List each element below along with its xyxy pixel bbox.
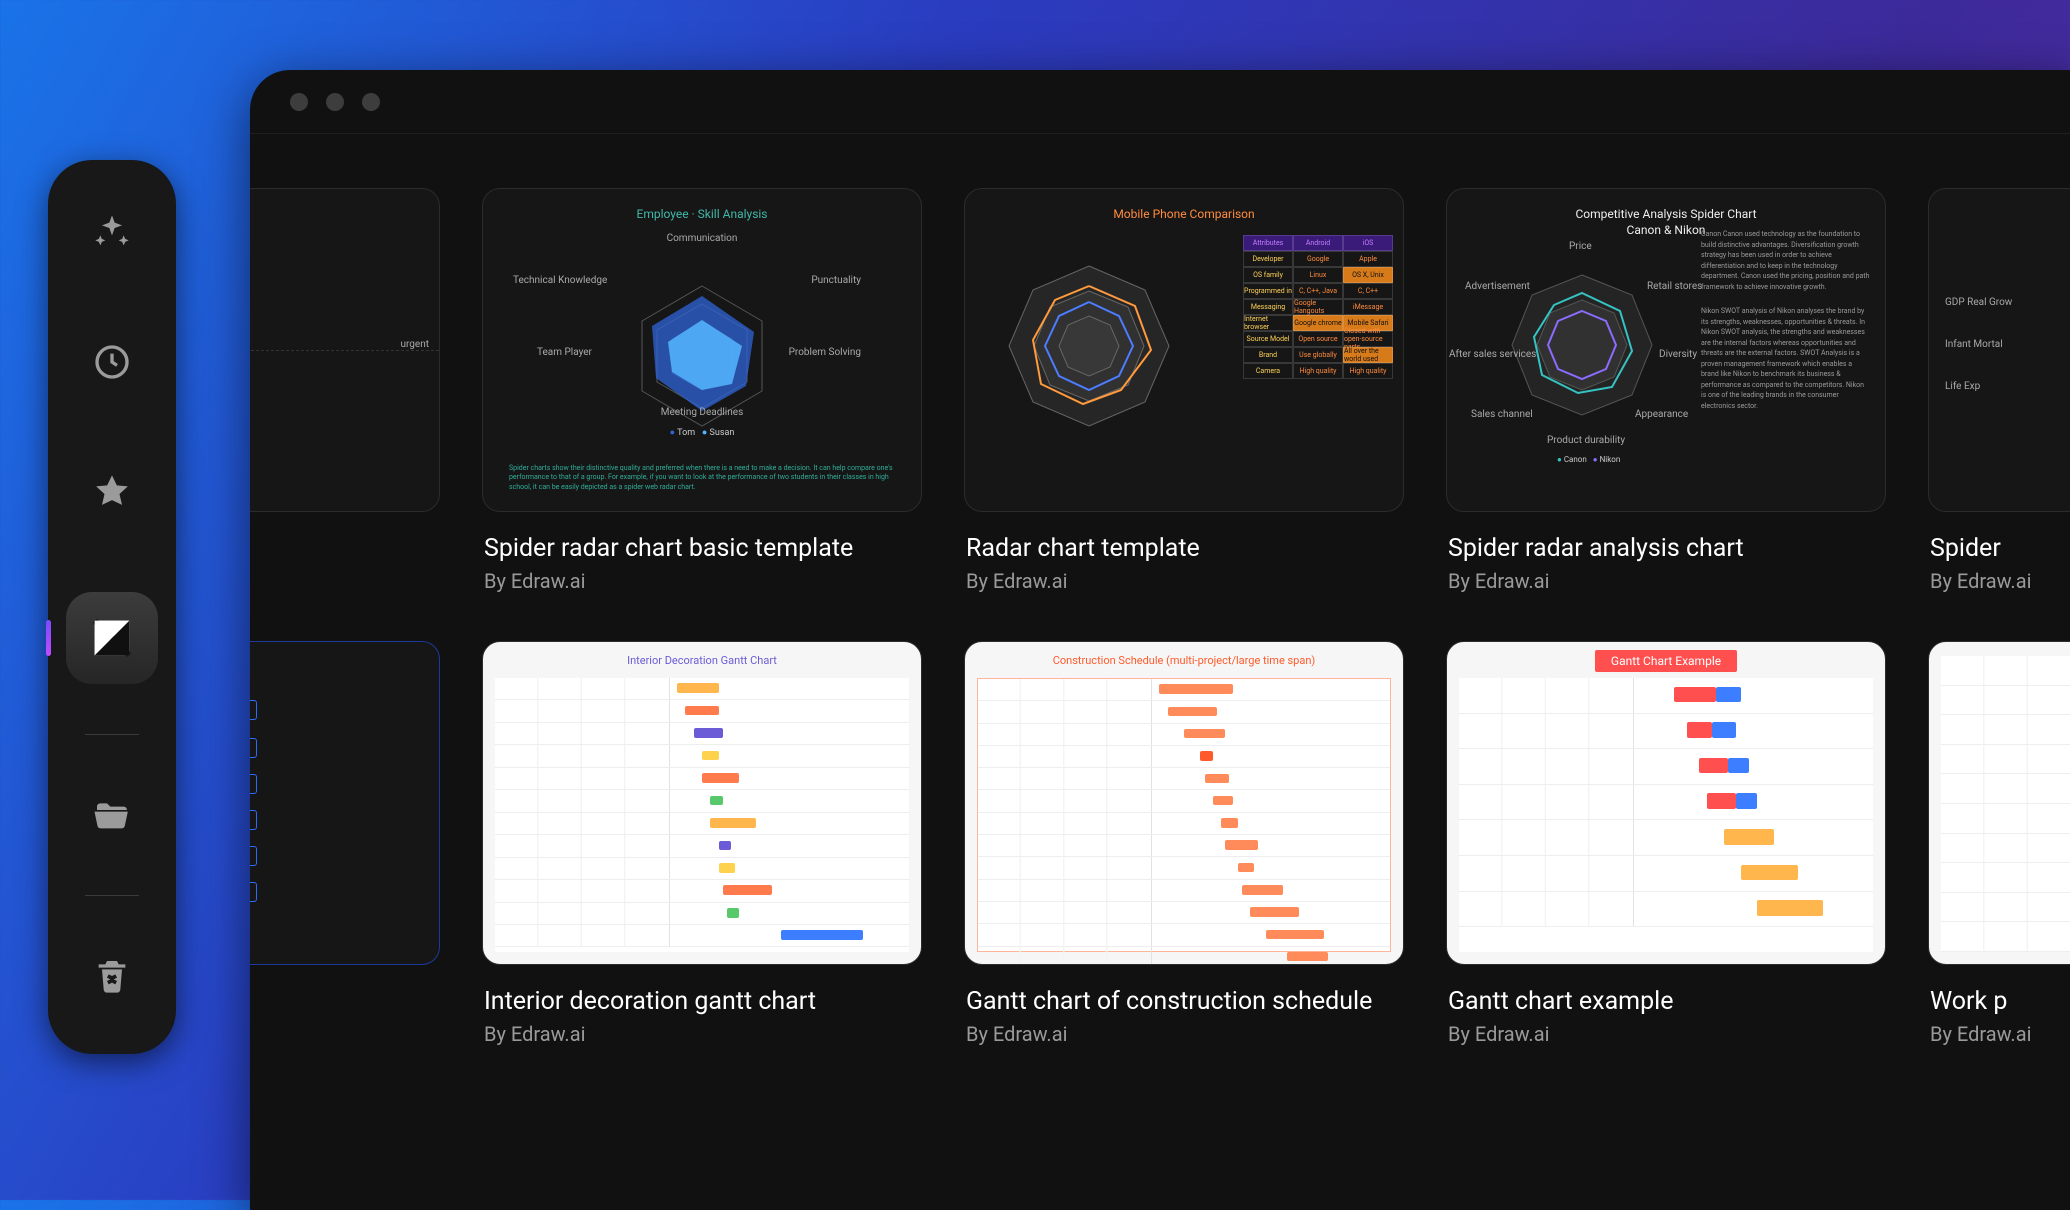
gallery-row-radar: urgent Important and urgent Do it now bbox=[250, 188, 1830, 593]
gantt-preview bbox=[1459, 678, 1873, 952]
template-title: work tasks bbox=[250, 534, 440, 563]
app-window: urgent Important and urgent Do it now bbox=[250, 70, 2070, 1210]
sidebar-item-favorites[interactable] bbox=[82, 462, 142, 522]
templates-icon bbox=[86, 612, 138, 664]
template-author: By Edraw.ai bbox=[1448, 569, 1886, 593]
template-author: By Edraw.ai bbox=[966, 1022, 1404, 1046]
sidebar bbox=[48, 160, 176, 1054]
template-card[interactable]: Competitive Analysis Spider ChartCanon &… bbox=[1446, 188, 1886, 593]
template-thumbnail bbox=[1928, 641, 2070, 965]
thumb-axis-label: urgent bbox=[400, 339, 429, 350]
template-title: Radar chart template bbox=[966, 534, 1404, 563]
recycle-bin-icon bbox=[92, 956, 132, 996]
template-thumbnail: urgent Important and urgent Do it now bbox=[250, 188, 440, 512]
window-control-minimize[interactable] bbox=[326, 93, 344, 111]
thumb-side-text: Canon Canon used technology as the found… bbox=[1701, 229, 1871, 425]
window-control-zoom[interactable] bbox=[362, 93, 380, 111]
radar-chart-icon bbox=[989, 251, 1189, 441]
sidebar-item-ai[interactable] bbox=[82, 202, 142, 262]
sidebar-divider bbox=[85, 734, 139, 735]
thumb-title: Mobile Phone Comparison bbox=[965, 207, 1403, 221]
thumb-title: Employee · Skill Analysis bbox=[483, 207, 921, 221]
template-title: Interior decoration gantt chart bbox=[484, 987, 922, 1016]
window-control-close[interactable] bbox=[290, 93, 308, 111]
thumb-comparison-table: AttributesAndroidiOS DeveloperGoogleAppl… bbox=[1243, 235, 1393, 481]
template-thumbnail: Employee · Skill Analysis Communication … bbox=[482, 188, 922, 512]
template-author: By Edraw.ai bbox=[1448, 1022, 1886, 1046]
template-author: By Edraw.ai bbox=[484, 1022, 922, 1046]
gantt-preview bbox=[495, 678, 909, 952]
radar-chart-icon bbox=[597, 266, 807, 446]
template-thumbnail: Construction Schedule (multi-project/lar… bbox=[964, 641, 1404, 965]
gantt-preview bbox=[977, 678, 1391, 952]
sidebar-divider-2 bbox=[85, 895, 139, 896]
thumb-title: Construction Schedule (multi-project/lar… bbox=[965, 654, 1403, 667]
template-thumbnail: Competitive Analysis Spider ChartCanon &… bbox=[1446, 188, 1886, 512]
thumb-title: Gantt Chart Example bbox=[1447, 654, 1885, 668]
sparkle-icon bbox=[92, 212, 132, 252]
template-title: Gantt chart of construction schedule bbox=[966, 987, 1404, 1016]
template-gallery: urgent Important and urgent Do it now bbox=[250, 134, 2070, 1210]
template-thumbnail: Interior Decoration Gantt Chart bbox=[482, 641, 922, 965]
template-author: By Edraw.ai bbox=[484, 569, 922, 593]
clock-icon bbox=[92, 342, 132, 382]
window-titlebar bbox=[250, 70, 2070, 134]
template-title: Spider bbox=[1930, 534, 2070, 563]
template-card[interactable]: Interior Decoration Gantt Chart bbox=[482, 641, 922, 1046]
sidebar-item-files[interactable] bbox=[82, 785, 142, 845]
template-author: By Edraw.ai bbox=[250, 569, 440, 593]
template-card[interactable]: Employee · Skill Analysis Communication … bbox=[482, 188, 922, 593]
star-icon bbox=[92, 472, 132, 512]
template-card[interactable]: Mobile Phone Comparison AttributesAndroi… bbox=[964, 188, 1404, 593]
template-author: By Edraw.ai bbox=[250, 1022, 440, 1046]
template-card[interactable]: Gantt Chart Example Gantt chart example … bbox=[1446, 641, 1886, 1046]
sidebar-item-trash[interactable] bbox=[82, 946, 142, 1006]
template-thumbnail: GDP Real Grow Infant Mortal Life Exp bbox=[1928, 188, 2070, 512]
template-title: Spider radar analysis chart bbox=[1448, 534, 1886, 563]
gallery-row-gantt: Department Manager System Manager bbox=[250, 641, 1830, 1046]
template-card[interactable]: Construction Schedule (multi-project/lar… bbox=[964, 641, 1404, 1046]
template-title: Spider radar chart basic template bbox=[484, 534, 922, 563]
template-thumbnail: Mobile Phone Comparison AttributesAndroi… bbox=[964, 188, 1404, 512]
template-title: chart bbox=[250, 987, 440, 1016]
template-thumbnail: Gantt Chart Example bbox=[1446, 641, 1886, 965]
template-author: By Edraw.ai bbox=[966, 569, 1404, 593]
template-card[interactable]: Department Manager System Manager bbox=[250, 641, 440, 1046]
thumb-title: Interior Decoration Gantt Chart bbox=[483, 654, 921, 667]
template-card[interactable]: urgent Important and urgent Do it now bbox=[250, 188, 440, 593]
template-thumbnail: Department Manager System Manager bbox=[250, 641, 440, 965]
folder-open-icon bbox=[92, 795, 132, 835]
sidebar-item-templates[interactable] bbox=[66, 592, 158, 684]
sidebar-item-recent[interactable] bbox=[82, 332, 142, 392]
template-card[interactable]: Work p By Edraw.ai bbox=[1928, 641, 2070, 1046]
template-title: Gantt chart example bbox=[1448, 987, 1886, 1016]
gantt-preview bbox=[1941, 656, 2070, 952]
template-card[interactable]: GDP Real Grow Infant Mortal Life Exp Spi… bbox=[1928, 188, 2070, 593]
template-title: Work p bbox=[1930, 987, 2070, 1016]
template-author: By Edraw.ai bbox=[1930, 1022, 2070, 1046]
thumb-footer: Spider charts show their distinctive qua… bbox=[509, 464, 895, 493]
template-author: By Edraw.ai bbox=[1930, 569, 2070, 593]
